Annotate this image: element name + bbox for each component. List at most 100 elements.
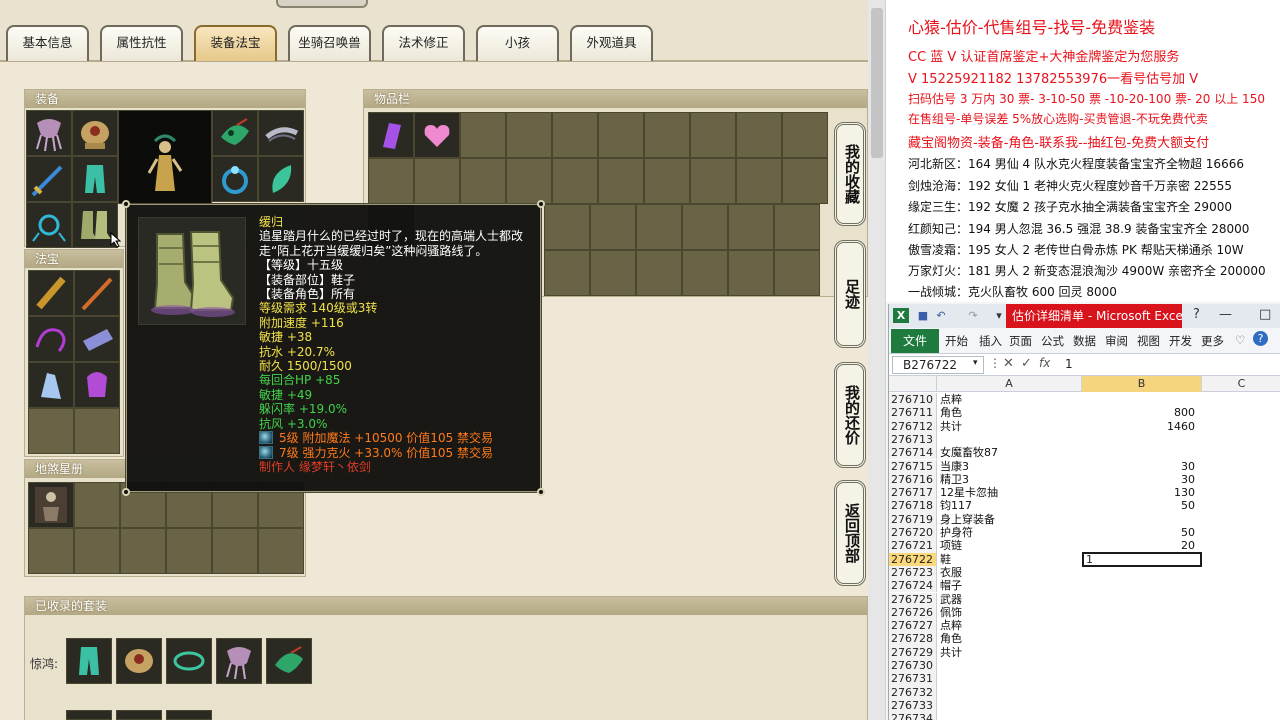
row-number[interactable]: 276730: [889, 659, 937, 673]
name-box-dropdown-icon[interactable]: ▾: [973, 358, 978, 368]
inventory-slot-7[interactable]: [644, 112, 690, 158]
row-number[interactable]: 276727: [889, 619, 937, 633]
row-number[interactable]: 276717: [889, 486, 937, 500]
tab-appearance[interactable]: 外观道具: [570, 25, 653, 61]
cell-b[interactable]: 30: [1083, 473, 1195, 486]
my-favorites-button[interactable]: 我的收藏: [834, 122, 866, 226]
suit-item-2[interactable]: [116, 638, 162, 684]
save-icon[interactable]: ■: [915, 308, 931, 323]
inventory-slot-33[interactable]: [774, 250, 820, 296]
cell-a[interactable]: 武器: [940, 593, 1080, 606]
inventory-slot-12[interactable]: [414, 158, 460, 204]
row-number[interactable]: 276714: [889, 446, 937, 460]
row-number[interactable]: 276713: [889, 432, 937, 447]
inventory-slot-4[interactable]: [506, 112, 552, 158]
cell-a[interactable]: 身上穿装备: [940, 513, 1080, 526]
treasure-slot-3[interactable]: [28, 316, 74, 362]
ribbon-tab-data[interactable]: 数据: [1073, 333, 1096, 349]
row-number[interactable]: 276719: [889, 512, 937, 526]
cell-a[interactable]: 共计: [940, 420, 1080, 433]
cell-a[interactable]: 女魔畜牧87: [940, 446, 1080, 459]
star-slot-7[interactable]: [28, 528, 74, 574]
ribbon-tab-home[interactable]: 开始: [945, 333, 968, 349]
tab-basic-info[interactable]: 基本信息: [6, 25, 89, 61]
tab-child[interactable]: 小孩: [476, 25, 559, 61]
inventory-slot-2[interactable]: [414, 112, 460, 158]
cell-a[interactable]: 衣服: [940, 566, 1080, 579]
inventory-slot-26[interactable]: [728, 204, 774, 250]
cell-a[interactable]: 点粹: [940, 619, 1080, 632]
redo-icon[interactable]: ↷: [965, 308, 981, 323]
cell-a[interactable]: 护身符: [940, 526, 1080, 539]
cancel-icon[interactable]: ✕: [1003, 356, 1014, 371]
column-header-a[interactable]: A: [937, 376, 1082, 392]
treasure-slot-2[interactable]: [74, 270, 120, 316]
undo-icon[interactable]: ↶: [933, 308, 949, 323]
inventory-slot-24[interactable]: [636, 204, 682, 250]
cell-a[interactable]: 角色: [940, 406, 1080, 419]
scrollbar-thumb[interactable]: [871, 8, 883, 158]
name-box[interactable]: B276722: [892, 356, 984, 374]
treasure-slot-7[interactable]: [28, 408, 74, 454]
cell-a[interactable]: 当康3: [940, 460, 1080, 473]
inventory-slot-6[interactable]: [598, 112, 644, 158]
help-icon[interactable]: ?: [1253, 331, 1268, 346]
suit-item-5[interactable]: [266, 638, 312, 684]
star-slot-10[interactable]: [166, 528, 212, 574]
inventory-slot-29[interactable]: [590, 250, 636, 296]
row-number[interactable]: 276711: [889, 406, 937, 420]
inventory-slot-17[interactable]: [644, 158, 690, 204]
inventory-slot-14[interactable]: [506, 158, 552, 204]
tab-spells[interactable]: 法术修正: [382, 25, 465, 61]
inventory-slot-20[interactable]: [782, 158, 828, 204]
treasure-slot-4[interactable]: [74, 316, 120, 362]
footprints-button[interactable]: 足迹: [834, 240, 866, 348]
equip-slot-necklace[interactable]: [212, 110, 258, 156]
active-cell-b[interactable]: 1: [1082, 551, 1202, 567]
cell-b[interactable]: 130: [1083, 486, 1195, 499]
inventory-slot-19[interactable]: [736, 158, 782, 204]
column-header-c[interactable]: C: [1202, 376, 1280, 392]
ribbon-tab-view[interactable]: 视图: [1137, 333, 1160, 349]
cell-b[interactable]: 20: [1083, 539, 1195, 552]
star-slot-8[interactable]: [74, 528, 120, 574]
suit-item-4[interactable]: [216, 638, 262, 684]
row-number[interactable]: 276724: [889, 579, 937, 593]
cell-b[interactable]: 30: [1083, 460, 1195, 473]
cell-a[interactable]: 佩饰: [940, 606, 1080, 619]
star-slot-9[interactable]: [120, 528, 166, 574]
cell-a[interactable]: 鞋: [940, 553, 1080, 566]
row-number[interactable]: 276712: [889, 419, 937, 433]
ribbon-tab-formula[interactable]: 公式: [1041, 333, 1064, 349]
enter-icon[interactable]: ✓: [1021, 356, 1032, 371]
inventory-slot-16[interactable]: [598, 158, 644, 204]
inventory-slot-9[interactable]: [736, 112, 782, 158]
row-number[interactable]: 276726: [889, 605, 937, 620]
treasure-slot-5[interactable]: [28, 362, 74, 408]
inventory-slot-13[interactable]: [460, 158, 506, 204]
tab-equipment[interactable]: 装备法宝: [194, 25, 277, 61]
cell-b[interactable]: 1460: [1083, 420, 1195, 433]
inventory-slot-31[interactable]: [682, 250, 728, 296]
suit-item-7[interactable]: [116, 710, 162, 720]
cell-a[interactable]: 精卫3: [940, 473, 1080, 486]
equip-slot-ring[interactable]: [212, 156, 258, 202]
cell-a[interactable]: 帽子: [940, 579, 1080, 592]
top-handle[interactable]: [276, 0, 368, 8]
cell-a[interactable]: 钧117: [940, 499, 1080, 512]
cell-a[interactable]: 12星卡忽抽: [940, 486, 1080, 499]
tab-mounts[interactable]: 坐骑召唤兽: [288, 25, 371, 61]
ribbon-collapse-icon[interactable]: ♡: [1235, 333, 1245, 347]
cell-a[interactable]: 点粹: [940, 393, 1080, 406]
row-number[interactable]: 276715: [889, 459, 937, 473]
row-number[interactable]: 276710: [889, 393, 937, 407]
back-to-top-button[interactable]: 返回顶部: [834, 480, 866, 586]
row-number[interactable]: 276729: [889, 645, 937, 659]
suit-item-6[interactable]: [66, 710, 112, 720]
equip-slot-armor[interactable]: [72, 110, 118, 156]
ribbon-tab-file[interactable]: 文件: [891, 329, 939, 353]
quick-access-dropdown-icon[interactable]: ▾: [991, 308, 1007, 323]
equip-slot-talisman[interactable]: [258, 156, 304, 202]
inventory-slot-3[interactable]: [460, 112, 506, 158]
inventory-slot-30[interactable]: [636, 250, 682, 296]
